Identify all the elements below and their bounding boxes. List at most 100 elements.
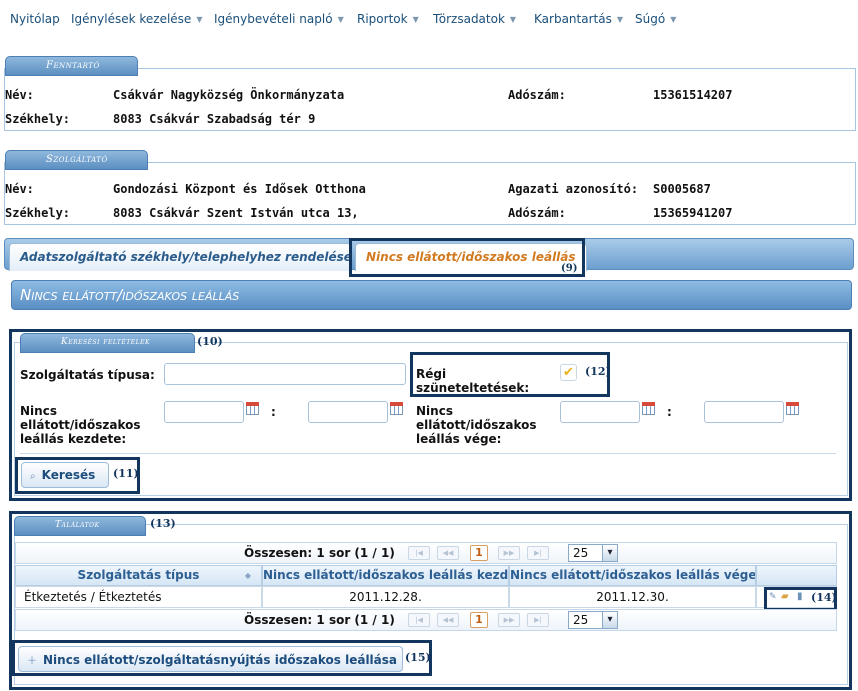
callout-label-10: (10) bbox=[197, 335, 223, 348]
end-label-line1: Nincs bbox=[416, 404, 453, 418]
nav-item-label: Igénylések kezelése bbox=[71, 12, 192, 26]
last-page-icon[interactable]: ▶| bbox=[527, 613, 549, 627]
nav-item-help[interactable]: Súgó ▼ bbox=[635, 12, 676, 26]
old-suspensions-checkbox[interactable]: ✔ bbox=[560, 364, 577, 381]
prev-page-icon[interactable]: ◀◀ bbox=[437, 546, 459, 560]
operator-seat-label: Székhely: bbox=[5, 112, 71, 126]
callout-box-9 bbox=[349, 238, 585, 277]
start-date-from-input[interactable] bbox=[164, 401, 244, 423]
cell-end: 2011.12.30. bbox=[509, 586, 756, 608]
callout-label-13: (13) bbox=[150, 517, 176, 530]
nav-item-home[interactable]: Nyitólap bbox=[10, 12, 60, 26]
callout-label-14: (14) bbox=[811, 591, 837, 604]
prev-page-icon[interactable]: ◀◀ bbox=[437, 613, 459, 627]
provider-seat-value: 8083 Csákvár Szent István utca 13, bbox=[113, 206, 359, 220]
nav-item-master-data[interactable]: Törzsadatok ▼ bbox=[433, 12, 516, 26]
chevron-down-icon: ▼ bbox=[670, 15, 677, 24]
old-suspensions-label-line2: szüneteltetések: bbox=[416, 381, 530, 395]
callout-label-12: (12) bbox=[585, 365, 611, 378]
end-label-line3: leállás vége: bbox=[416, 432, 502, 446]
nav-item-label: Karbantartás bbox=[534, 12, 612, 26]
calendar-icon[interactable] bbox=[642, 402, 655, 415]
search-icon: ⌕ bbox=[30, 471, 36, 482]
cell-service-type: Étkeztetés / Étkeztetés bbox=[15, 586, 262, 608]
plus-icon: ＋ bbox=[27, 656, 37, 667]
chevron-down-icon: ▼ bbox=[509, 15, 517, 24]
provider-sector-id-label: Agazati azonosító: bbox=[508, 182, 639, 196]
search-button-label: Keresés bbox=[41, 468, 96, 482]
pager-bottom: Összesen: 1 sor (1 / 1) |◀ ◀◀ 1 ▶▶ ▶| 25 bbox=[15, 609, 837, 631]
end-label-line2: ellátott/időszakos bbox=[416, 418, 537, 432]
trash-icon[interactable]: ▮ bbox=[797, 591, 803, 602]
start-date-to-input[interactable] bbox=[308, 401, 388, 423]
operator-legend: Fenntartó bbox=[5, 56, 138, 76]
current-page[interactable]: 1 bbox=[470, 545, 488, 561]
provider-name-value: Gondozási Központ és Idősek Otthona bbox=[113, 182, 366, 196]
nav-item-maintenance[interactable]: Karbantartás ▼ bbox=[534, 12, 623, 26]
service-type-input[interactable] bbox=[164, 363, 406, 385]
first-page-icon[interactable]: |◀ bbox=[408, 546, 430, 560]
provider-tax-value: 15365941207 bbox=[653, 206, 733, 220]
last-page-icon[interactable]: ▶| bbox=[527, 546, 549, 560]
callout-label-15: (15) bbox=[405, 651, 431, 664]
operator-tax-value: 15361514207 bbox=[653, 88, 733, 102]
divider bbox=[20, 453, 836, 454]
column-header-start[interactable]: Nincs ellátott/időszakos leállás kezdete bbox=[262, 565, 509, 586]
callout-label-9: (9) bbox=[561, 263, 578, 274]
nav-item-label: Riportok bbox=[357, 12, 408, 26]
chevron-down-icon: ▼ bbox=[616, 15, 623, 24]
chevron-down-icon: ▼ bbox=[412, 15, 419, 24]
nav-item-reports[interactable]: Riportok ▼ bbox=[357, 12, 419, 26]
edit-icon[interactable]: ✎ bbox=[769, 592, 777, 602]
callout-label-11: (11) bbox=[113, 467, 139, 480]
chevron-down-icon: ▼ bbox=[337, 15, 344, 24]
add-suspension-button[interactable]: ＋ Nincs ellátott/szolgáltatásnyújtás idős… bbox=[18, 646, 403, 672]
add-suspension-button-label: Nincs ellátott/szolgáltatásnyújtás idősz… bbox=[43, 653, 398, 667]
range-separator: : bbox=[667, 405, 672, 419]
calendar-icon[interactable] bbox=[786, 402, 799, 415]
pager-summary: Összesen: 1 sor (1 / 1) bbox=[244, 546, 395, 560]
current-page[interactable]: 1 bbox=[470, 612, 488, 628]
range-separator: : bbox=[271, 405, 276, 419]
old-suspensions-label-line1: Régi bbox=[416, 367, 447, 381]
chevron-down-icon: ▼ bbox=[196, 15, 203, 24]
operator-tax-label: Adószám: bbox=[508, 88, 566, 102]
next-page-icon[interactable]: ▶▶ bbox=[498, 613, 520, 627]
main-nav: Nyitólap Igénylések kezelése ▼ Igénybevét… bbox=[0, 0, 858, 40]
pager-summary: Összesen: 1 sor (1 / 1) bbox=[244, 613, 395, 627]
cell-start: 2011.12.28. bbox=[262, 586, 509, 608]
operator-seat-value: 8083 Csákvár Szabadság tér 9 bbox=[113, 112, 316, 126]
end-date-from-input[interactable] bbox=[560, 401, 640, 423]
nav-item-requests[interactable]: Igénylések kezelése ▼ bbox=[71, 12, 202, 26]
pager-top: Összesen: 1 sor (1 / 1) |◀ ◀◀ 1 ▶▶ ▶| 25 bbox=[15, 542, 837, 564]
provider-sector-id-value: S0005687 bbox=[653, 182, 711, 196]
column-header-end[interactable]: Nincs ellátott/időszakos leállás vége bbox=[509, 565, 756, 586]
nav-item-usage-log[interactable]: Igénybevételi napló ▼ bbox=[214, 12, 344, 26]
nav-item-label: Súgó bbox=[635, 12, 666, 26]
open-folder-icon[interactable]: ▰ bbox=[781, 591, 789, 602]
search-legend: Keresési feltételek bbox=[20, 333, 195, 353]
page-size-select[interactable]: 25 bbox=[568, 544, 618, 562]
next-page-icon[interactable]: ▶▶ bbox=[498, 546, 520, 560]
search-button[interactable]: ⌕ Keresés bbox=[21, 462, 109, 488]
provider-seat-label: Székhely: bbox=[5, 206, 71, 220]
provider-tax-label: Adószám: bbox=[508, 206, 566, 220]
provider-legend: Szolgáltató bbox=[5, 150, 148, 170]
page-size-select[interactable]: 25 bbox=[568, 611, 618, 629]
tab-assign-site[interactable]: Adatszolgáltató székhely/telephelyhez re… bbox=[9, 243, 352, 271]
start-label-line3: leállás kezdete: bbox=[20, 432, 127, 446]
sort-icon: ◆ bbox=[244, 571, 251, 580]
column-header-actions bbox=[756, 565, 837, 586]
calendar-icon[interactable] bbox=[246, 402, 259, 415]
results-legend: Találatok bbox=[14, 516, 146, 536]
operator-name-label: Név: bbox=[5, 88, 34, 102]
nav-item-label: Igénybevételi napló bbox=[214, 12, 333, 26]
start-label-line2: ellátott/időszakos bbox=[20, 418, 141, 432]
column-header-label: Szolgáltatás típus bbox=[77, 568, 200, 582]
operator-name-value: Csákvár Nagyközség Önkormányzata bbox=[113, 88, 345, 102]
column-header-service-type[interactable]: Szolgáltatás típus ◆ bbox=[15, 565, 262, 586]
first-page-icon[interactable]: |◀ bbox=[408, 613, 430, 627]
start-label-line1: Nincs bbox=[20, 404, 57, 418]
calendar-icon[interactable] bbox=[390, 402, 403, 415]
end-date-to-input[interactable] bbox=[704, 401, 784, 423]
